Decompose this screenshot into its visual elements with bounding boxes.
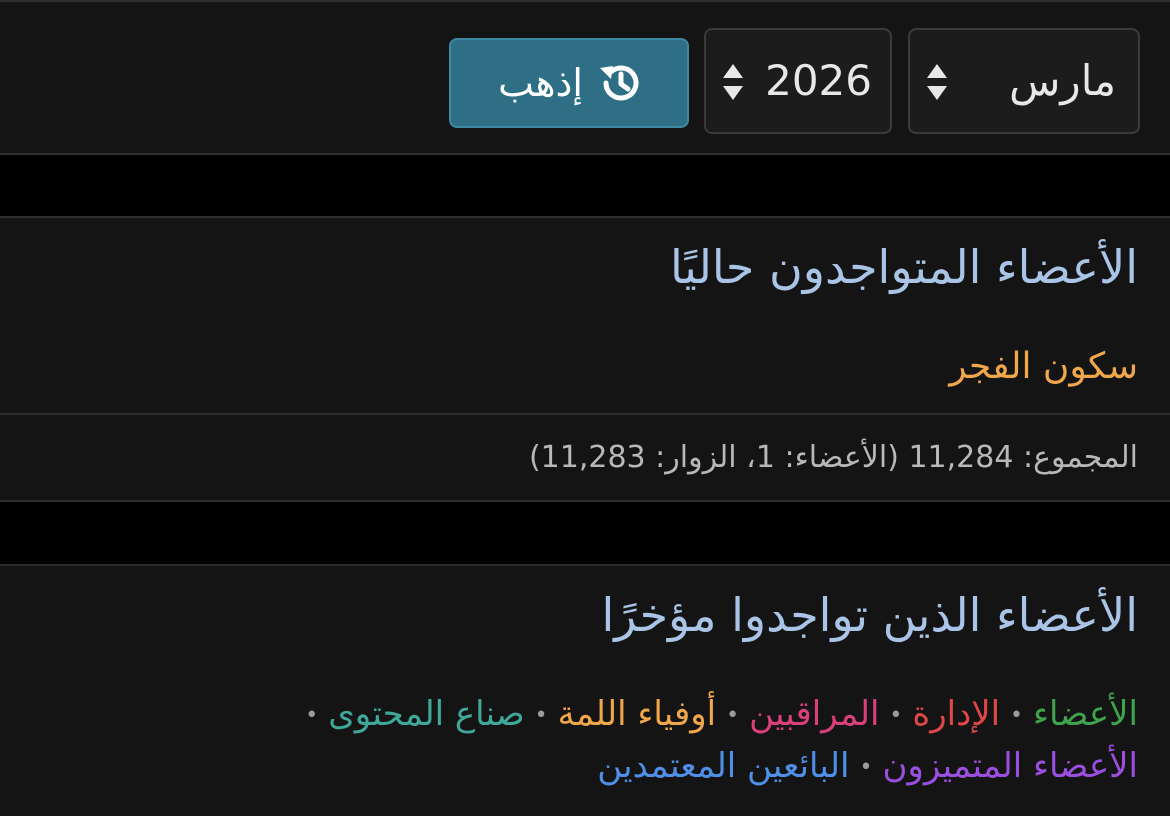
separator-dot: • bbox=[726, 703, 740, 728]
month-select[interactable]: مارس bbox=[908, 28, 1140, 134]
date-filter-bar: مارس 2026 إذهب bbox=[0, 0, 1170, 155]
separator-dot: • bbox=[859, 755, 873, 780]
divider bbox=[0, 413, 1170, 415]
online-stats: المجموع: 11,284 (الأعضاء: 1، الزوار: 11,… bbox=[528, 440, 1138, 475]
year-select-value: 2026 bbox=[765, 56, 872, 105]
recent-members-title: الأعضاء الذين تواجدوا مؤخرًا bbox=[601, 588, 1138, 642]
go-button-label: إذهب bbox=[498, 61, 583, 105]
updown-arrows-icon bbox=[927, 64, 947, 100]
separator-dot: • bbox=[534, 703, 548, 728]
history-icon bbox=[600, 65, 639, 101]
legend-group-loyal-members[interactable]: أوفياء اللمة bbox=[558, 694, 716, 734]
month-select-value: مارس bbox=[1009, 56, 1116, 105]
updown-arrows-icon bbox=[723, 64, 743, 100]
online-members-title: الأعضاء المتواجدون حاليًا bbox=[670, 240, 1138, 294]
group-legend-line-1: الأعضاء • الإدارة • المراقبين • أوفياء اللمة • ص… bbox=[295, 694, 1138, 734]
separator-dot: • bbox=[305, 703, 319, 728]
year-select[interactable]: 2026 bbox=[704, 28, 892, 134]
group-legend-line-2: الأعضاء المتميزون • البائعين المعتمدين bbox=[597, 746, 1138, 786]
separator-dot: • bbox=[1010, 703, 1024, 728]
online-user-link[interactable]: سكون الفجر bbox=[949, 346, 1138, 387]
go-button[interactable]: إذهب bbox=[449, 38, 689, 128]
legend-group-members[interactable]: الأعضاء bbox=[1033, 694, 1138, 734]
legend-group-administration[interactable]: الإدارة bbox=[912, 694, 1000, 734]
legend-group-moderators[interactable]: المراقبين bbox=[749, 694, 879, 734]
legend-group-distinguished-members[interactable]: الأعضاء المتميزون bbox=[882, 746, 1138, 786]
separator-dot: • bbox=[889, 703, 903, 728]
legend-group-verified-sellers[interactable]: البائعين المعتمدين bbox=[597, 746, 849, 786]
legend-group-content-creators[interactable]: صناع المحتوى bbox=[328, 694, 524, 734]
